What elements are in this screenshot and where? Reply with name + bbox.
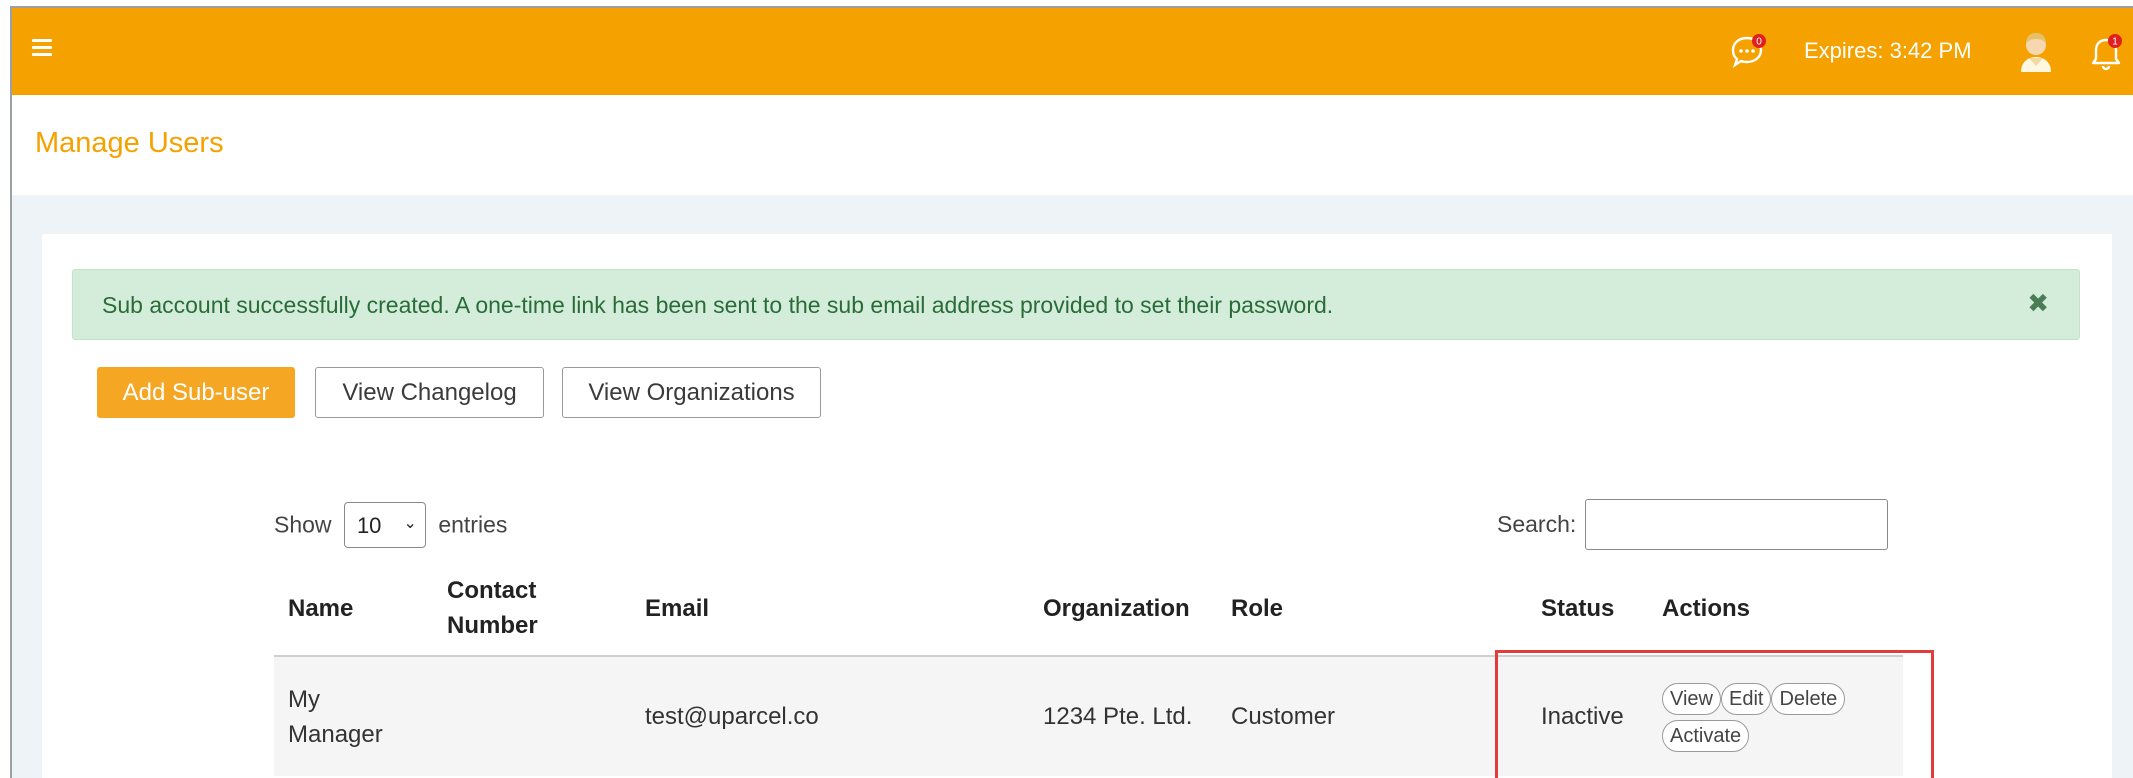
cell-role: Customer — [1217, 656, 1527, 776]
column-header-status[interactable]: Status — [1527, 561, 1648, 657]
column-header-role[interactable]: Role — [1217, 561, 1527, 657]
column-header-organization[interactable]: Organization — [1029, 561, 1217, 657]
page-header: Manage Users — [12, 95, 2133, 195]
cell-contact-number — [433, 656, 631, 776]
edit-button[interactable]: Edit — [1721, 682, 1772, 715]
user-avatar-icon[interactable] — [2015, 28, 2057, 74]
table-header-row: Name Contact Number Email Organization R… — [274, 561, 1903, 657]
close-icon[interactable]: ✖ — [2027, 288, 2049, 319]
alert-message: Sub account successfully created. A one-… — [102, 292, 1334, 318]
add-sub-user-button[interactable]: Add Sub-user — [97, 367, 295, 418]
view-button[interactable]: View — [1662, 682, 1721, 715]
entries-length-control: Show 10 ⌄ entries — [274, 502, 507, 548]
chat-badge: 0 — [1756, 37, 1762, 48]
show-label: Show — [274, 511, 332, 538]
bell-badge: 1 — [2112, 37, 2118, 48]
session-expiry: Expires: 3:42 PM — [1804, 38, 1972, 63]
column-header-contact-number[interactable]: Contact Number — [433, 561, 631, 657]
table-row: My Manager test@uparcel.co 1234 Pte. Ltd… — [274, 656, 1903, 776]
cell-email: test@uparcel.co — [631, 656, 1029, 776]
search-label: Search: — [1497, 511, 1577, 537]
view-organizations-button[interactable]: View Organizations — [562, 367, 821, 418]
table-search: Search: — [1497, 499, 1888, 550]
content-card: Sub account successfully created. A one-… — [42, 234, 2112, 778]
users-table: Name Contact Number Email Organization R… — [274, 561, 1903, 776]
activate-button[interactable]: Activate — [1662, 719, 1750, 752]
chat-bubble-icon[interactable]: 0 — [1729, 34, 1771, 70]
cell-organization: 1234 Pte. Ltd. — [1029, 656, 1217, 776]
top-navbar: 0 Expires: 3:42 PM 1 — [12, 8, 2133, 95]
column-header-actions: Actions — [1648, 561, 1903, 657]
hamburger-icon[interactable] — [32, 39, 52, 57]
page-title: Manage Users — [35, 127, 224, 159]
entries-select-value: 10 — [356, 513, 382, 538]
app-window: 0 Expires: 3:42 PM 1 Manage Users Sub ac… — [10, 6, 2133, 778]
view-changelog-button[interactable]: View Changelog — [315, 367, 544, 418]
search-input[interactable] — [1584, 499, 1888, 550]
entries-label: entries — [438, 511, 508, 538]
cell-actions: View Edit Delete Activate — [1648, 656, 1903, 776]
success-alert: Sub account successfully created. A one-… — [72, 269, 2080, 340]
delete-button[interactable]: Delete — [1771, 682, 1846, 715]
column-header-email[interactable]: Email — [631, 561, 1029, 657]
bell-icon[interactable]: 1 — [2085, 32, 2125, 72]
entries-select[interactable]: 10 ⌄ — [343, 502, 426, 548]
column-header-name[interactable]: Name — [274, 561, 433, 657]
chevron-down-icon: ⌄ — [403, 515, 417, 532]
cell-status: Inactive — [1527, 656, 1648, 776]
cell-name: My Manager — [274, 656, 433, 776]
